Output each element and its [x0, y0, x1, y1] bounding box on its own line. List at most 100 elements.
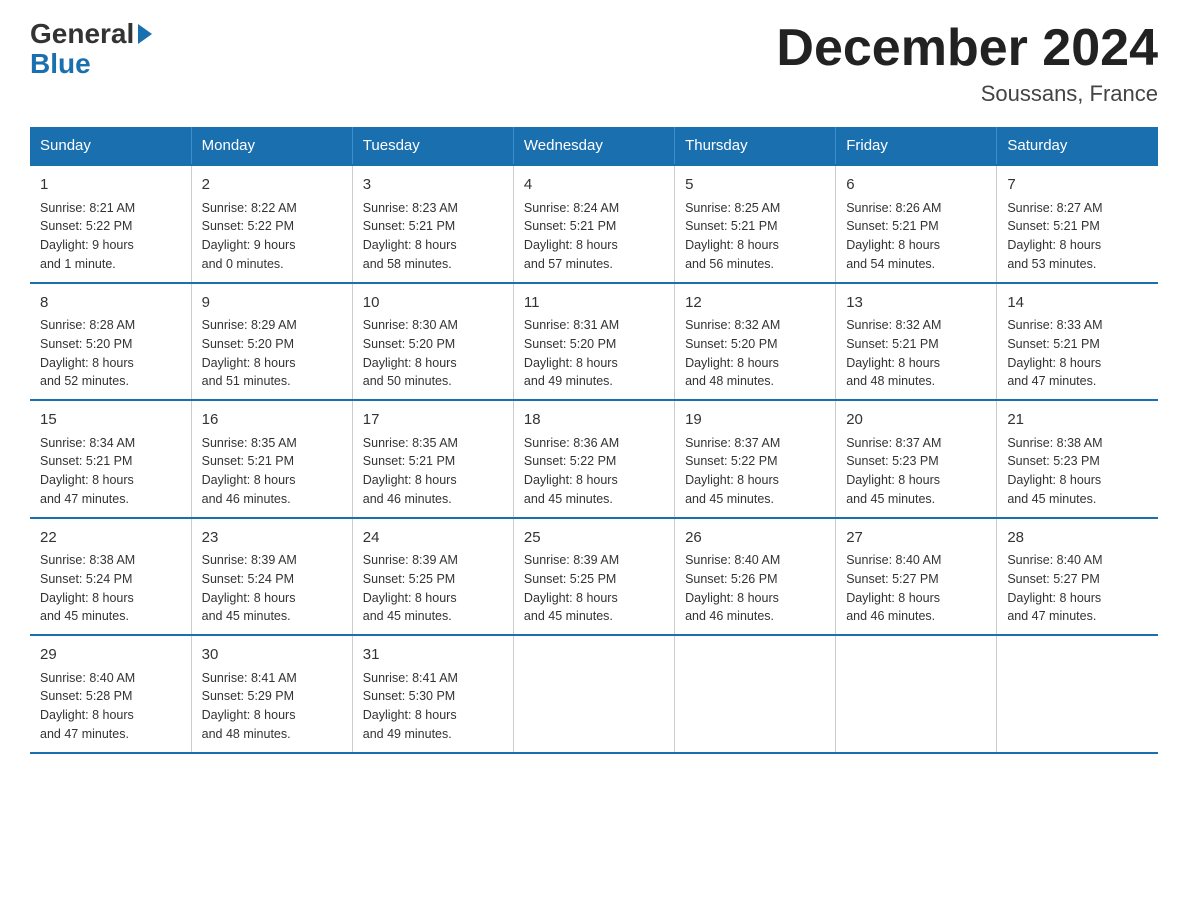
day-info: Sunrise: 8:38 AM Sunset: 5:24 PM Dayligh… — [40, 551, 181, 626]
day-cell-31: 31Sunrise: 8:41 AM Sunset: 5:30 PM Dayli… — [352, 635, 513, 753]
header-cell-monday: Monday — [191, 127, 352, 165]
day-cell-27: 27Sunrise: 8:40 AM Sunset: 5:27 PM Dayli… — [836, 518, 997, 636]
day-number: 23 — [202, 527, 342, 550]
day-number: 6 — [846, 174, 986, 197]
day-number: 4 — [524, 174, 664, 197]
day-number: 26 — [685, 527, 825, 550]
day-info: Sunrise: 8:33 AM Sunset: 5:21 PM Dayligh… — [1007, 316, 1148, 391]
day-cell-29: 29Sunrise: 8:40 AM Sunset: 5:28 PM Dayli… — [30, 635, 191, 753]
day-info: Sunrise: 8:36 AM Sunset: 5:22 PM Dayligh… — [524, 434, 664, 509]
day-cell-25: 25Sunrise: 8:39 AM Sunset: 5:25 PM Dayli… — [513, 518, 674, 636]
day-cell-19: 19Sunrise: 8:37 AM Sunset: 5:22 PM Dayli… — [675, 400, 836, 518]
calendar-table: SundayMondayTuesdayWednesdayThursdayFrid… — [30, 127, 1158, 754]
logo-general-text: General — [30, 20, 152, 48]
day-number: 22 — [40, 527, 181, 550]
day-cell-18: 18Sunrise: 8:36 AM Sunset: 5:22 PM Dayli… — [513, 400, 674, 518]
day-number: 7 — [1007, 174, 1148, 197]
day-number: 19 — [685, 409, 825, 432]
day-number: 29 — [40, 644, 181, 667]
day-info: Sunrise: 8:31 AM Sunset: 5:20 PM Dayligh… — [524, 316, 664, 391]
day-info: Sunrise: 8:30 AM Sunset: 5:20 PM Dayligh… — [363, 316, 503, 391]
day-number: 30 — [202, 644, 342, 667]
main-title: December 2024 — [776, 20, 1158, 77]
day-number: 21 — [1007, 409, 1148, 432]
calendar-body: 1Sunrise: 8:21 AM Sunset: 5:22 PM Daylig… — [30, 165, 1158, 753]
day-number: 25 — [524, 527, 664, 550]
day-info: Sunrise: 8:32 AM Sunset: 5:21 PM Dayligh… — [846, 316, 986, 391]
day-number: 31 — [363, 644, 503, 667]
day-number: 27 — [846, 527, 986, 550]
day-info: Sunrise: 8:39 AM Sunset: 5:25 PM Dayligh… — [363, 551, 503, 626]
day-cell-6: 6Sunrise: 8:26 AM Sunset: 5:21 PM Daylig… — [836, 165, 997, 283]
day-number: 11 — [524, 292, 664, 315]
day-cell-4: 4Sunrise: 8:24 AM Sunset: 5:21 PM Daylig… — [513, 165, 674, 283]
logo-triangle-icon — [138, 24, 152, 44]
day-info: Sunrise: 8:21 AM Sunset: 5:22 PM Dayligh… — [40, 199, 181, 274]
day-cell-empty-6 — [997, 635, 1158, 753]
logo-blue-text: Blue — [30, 48, 91, 80]
calendar-header: SundayMondayTuesdayWednesdayThursdayFrid… — [30, 127, 1158, 165]
day-cell-empty-5 — [836, 635, 997, 753]
day-cell-14: 14Sunrise: 8:33 AM Sunset: 5:21 PM Dayli… — [997, 283, 1158, 401]
day-cell-20: 20Sunrise: 8:37 AM Sunset: 5:23 PM Dayli… — [836, 400, 997, 518]
day-cell-9: 9Sunrise: 8:29 AM Sunset: 5:20 PM Daylig… — [191, 283, 352, 401]
day-cell-1: 1Sunrise: 8:21 AM Sunset: 5:22 PM Daylig… — [30, 165, 191, 283]
week-row-2: 8Sunrise: 8:28 AM Sunset: 5:20 PM Daylig… — [30, 283, 1158, 401]
day-cell-15: 15Sunrise: 8:34 AM Sunset: 5:21 PM Dayli… — [30, 400, 191, 518]
day-cell-28: 28Sunrise: 8:40 AM Sunset: 5:27 PM Dayli… — [997, 518, 1158, 636]
day-number: 15 — [40, 409, 181, 432]
day-info: Sunrise: 8:35 AM Sunset: 5:21 PM Dayligh… — [363, 434, 503, 509]
day-info: Sunrise: 8:39 AM Sunset: 5:24 PM Dayligh… — [202, 551, 342, 626]
day-info: Sunrise: 8:40 AM Sunset: 5:28 PM Dayligh… — [40, 669, 181, 744]
day-info: Sunrise: 8:24 AM Sunset: 5:21 PM Dayligh… — [524, 199, 664, 274]
day-info: Sunrise: 8:37 AM Sunset: 5:23 PM Dayligh… — [846, 434, 986, 509]
day-info: Sunrise: 8:29 AM Sunset: 5:20 PM Dayligh… — [202, 316, 342, 391]
day-number: 18 — [524, 409, 664, 432]
day-number: 24 — [363, 527, 503, 550]
week-row-4: 22Sunrise: 8:38 AM Sunset: 5:24 PM Dayli… — [30, 518, 1158, 636]
day-info: Sunrise: 8:26 AM Sunset: 5:21 PM Dayligh… — [846, 199, 986, 274]
day-cell-22: 22Sunrise: 8:38 AM Sunset: 5:24 PM Dayli… — [30, 518, 191, 636]
day-number: 13 — [846, 292, 986, 315]
header-cell-wednesday: Wednesday — [513, 127, 674, 165]
day-cell-21: 21Sunrise: 8:38 AM Sunset: 5:23 PM Dayli… — [997, 400, 1158, 518]
header-cell-sunday: Sunday — [30, 127, 191, 165]
day-cell-11: 11Sunrise: 8:31 AM Sunset: 5:20 PM Dayli… — [513, 283, 674, 401]
day-number: 3 — [363, 174, 503, 197]
day-number: 5 — [685, 174, 825, 197]
page-header: General Blue December 2024 Soussans, Fra… — [30, 20, 1158, 107]
day-info: Sunrise: 8:40 AM Sunset: 5:26 PM Dayligh… — [685, 551, 825, 626]
day-cell-5: 5Sunrise: 8:25 AM Sunset: 5:21 PM Daylig… — [675, 165, 836, 283]
day-number: 10 — [363, 292, 503, 315]
day-number: 20 — [846, 409, 986, 432]
day-number: 2 — [202, 174, 342, 197]
header-cell-friday: Friday — [836, 127, 997, 165]
day-number: 14 — [1007, 292, 1148, 315]
header-row: SundayMondayTuesdayWednesdayThursdayFrid… — [30, 127, 1158, 165]
subtitle: Soussans, France — [776, 81, 1158, 107]
day-number: 16 — [202, 409, 342, 432]
day-info: Sunrise: 8:32 AM Sunset: 5:20 PM Dayligh… — [685, 316, 825, 391]
day-info: Sunrise: 8:23 AM Sunset: 5:21 PM Dayligh… — [363, 199, 503, 274]
week-row-3: 15Sunrise: 8:34 AM Sunset: 5:21 PM Dayli… — [30, 400, 1158, 518]
day-cell-26: 26Sunrise: 8:40 AM Sunset: 5:26 PM Dayli… — [675, 518, 836, 636]
week-row-1: 1Sunrise: 8:21 AM Sunset: 5:22 PM Daylig… — [30, 165, 1158, 283]
day-info: Sunrise: 8:28 AM Sunset: 5:20 PM Dayligh… — [40, 316, 181, 391]
day-cell-empty-3 — [513, 635, 674, 753]
day-cell-16: 16Sunrise: 8:35 AM Sunset: 5:21 PM Dayli… — [191, 400, 352, 518]
day-info: Sunrise: 8:41 AM Sunset: 5:29 PM Dayligh… — [202, 669, 342, 744]
day-info: Sunrise: 8:37 AM Sunset: 5:22 PM Dayligh… — [685, 434, 825, 509]
day-info: Sunrise: 8:35 AM Sunset: 5:21 PM Dayligh… — [202, 434, 342, 509]
day-number: 12 — [685, 292, 825, 315]
day-cell-13: 13Sunrise: 8:32 AM Sunset: 5:21 PM Dayli… — [836, 283, 997, 401]
header-cell-thursday: Thursday — [675, 127, 836, 165]
title-block: December 2024 Soussans, France — [776, 20, 1158, 107]
day-cell-12: 12Sunrise: 8:32 AM Sunset: 5:20 PM Dayli… — [675, 283, 836, 401]
day-info: Sunrise: 8:34 AM Sunset: 5:21 PM Dayligh… — [40, 434, 181, 509]
day-info: Sunrise: 8:40 AM Sunset: 5:27 PM Dayligh… — [846, 551, 986, 626]
header-cell-saturday: Saturday — [997, 127, 1158, 165]
day-info: Sunrise: 8:25 AM Sunset: 5:21 PM Dayligh… — [685, 199, 825, 274]
day-cell-23: 23Sunrise: 8:39 AM Sunset: 5:24 PM Dayli… — [191, 518, 352, 636]
day-info: Sunrise: 8:38 AM Sunset: 5:23 PM Dayligh… — [1007, 434, 1148, 509]
day-cell-10: 10Sunrise: 8:30 AM Sunset: 5:20 PM Dayli… — [352, 283, 513, 401]
